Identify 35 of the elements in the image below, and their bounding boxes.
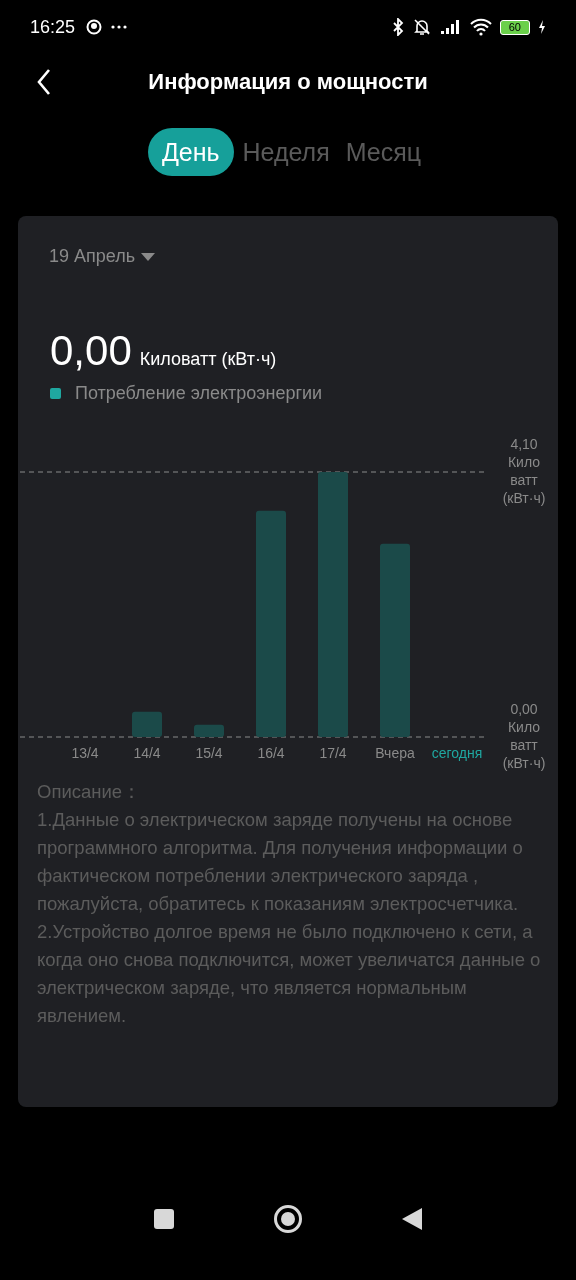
unit-label: Киловатт (кВт·ч) — [139, 349, 277, 370]
axis-label: 0,00 Кило ватт (кВт·ч) — [501, 700, 547, 772]
charging-icon — [538, 20, 546, 34]
caret-icon — [141, 252, 156, 261]
total-value: 0,00 — [50, 327, 132, 375]
recent-apps-icon[interactable] — [153, 1208, 175, 1230]
bar — [194, 724, 224, 737]
description-title: Описание： — [37, 780, 143, 804]
signal-icon — [439, 19, 462, 35]
status-time: 16:25 — [30, 16, 76, 38]
back-icon[interactable] — [401, 1207, 423, 1231]
description-text: 2.Устройство долгое время не было подключено к сети, а когда оно снова подключится, может увеличатся данные о электрическом заряде, что является нормальным явлением. — [37, 920, 542, 1028]
axis-label: Вчера — [375, 745, 415, 761]
axis-label: 4,10 Кило ватт (кВт·ч) — [501, 435, 547, 507]
description-text: 1.Данные о электрическом заряде получены на основе программного алгоритма. Для получения информации о фактическом потреблении электрического заряда , пожалуйста, обратитесь к показаниям электросчетчика. — [37, 808, 524, 916]
axis-label: 14/4 — [133, 745, 161, 761]
bluetooth-icon — [391, 18, 404, 36]
axis-label: 16/4 — [257, 745, 285, 761]
app-notification-icon — [85, 18, 104, 36]
axis-label: 15/4 — [195, 745, 223, 761]
bar — [132, 711, 162, 737]
muted-bell-icon — [411, 18, 432, 36]
period-tab[interactable]: День — [147, 128, 234, 176]
more-notifications-icon — [111, 24, 128, 30]
axis-label: 17/4 — [319, 745, 347, 761]
legend-label: Потребление электроэнергии — [75, 383, 323, 404]
axis-label: сегодня — [431, 745, 483, 761]
page-title: Информация о мощности — [148, 69, 428, 95]
battery-level: 60 — [499, 19, 530, 35]
wifi-icon — [469, 18, 492, 36]
period-tab[interactable]: Неделя — [235, 128, 337, 176]
axis-label: 13/4 — [71, 745, 99, 761]
period-tab[interactable]: Месяц — [338, 128, 429, 176]
date-dropdown[interactable]: 19 Апрель — [49, 246, 156, 267]
home-icon[interactable] — [273, 1204, 303, 1234]
